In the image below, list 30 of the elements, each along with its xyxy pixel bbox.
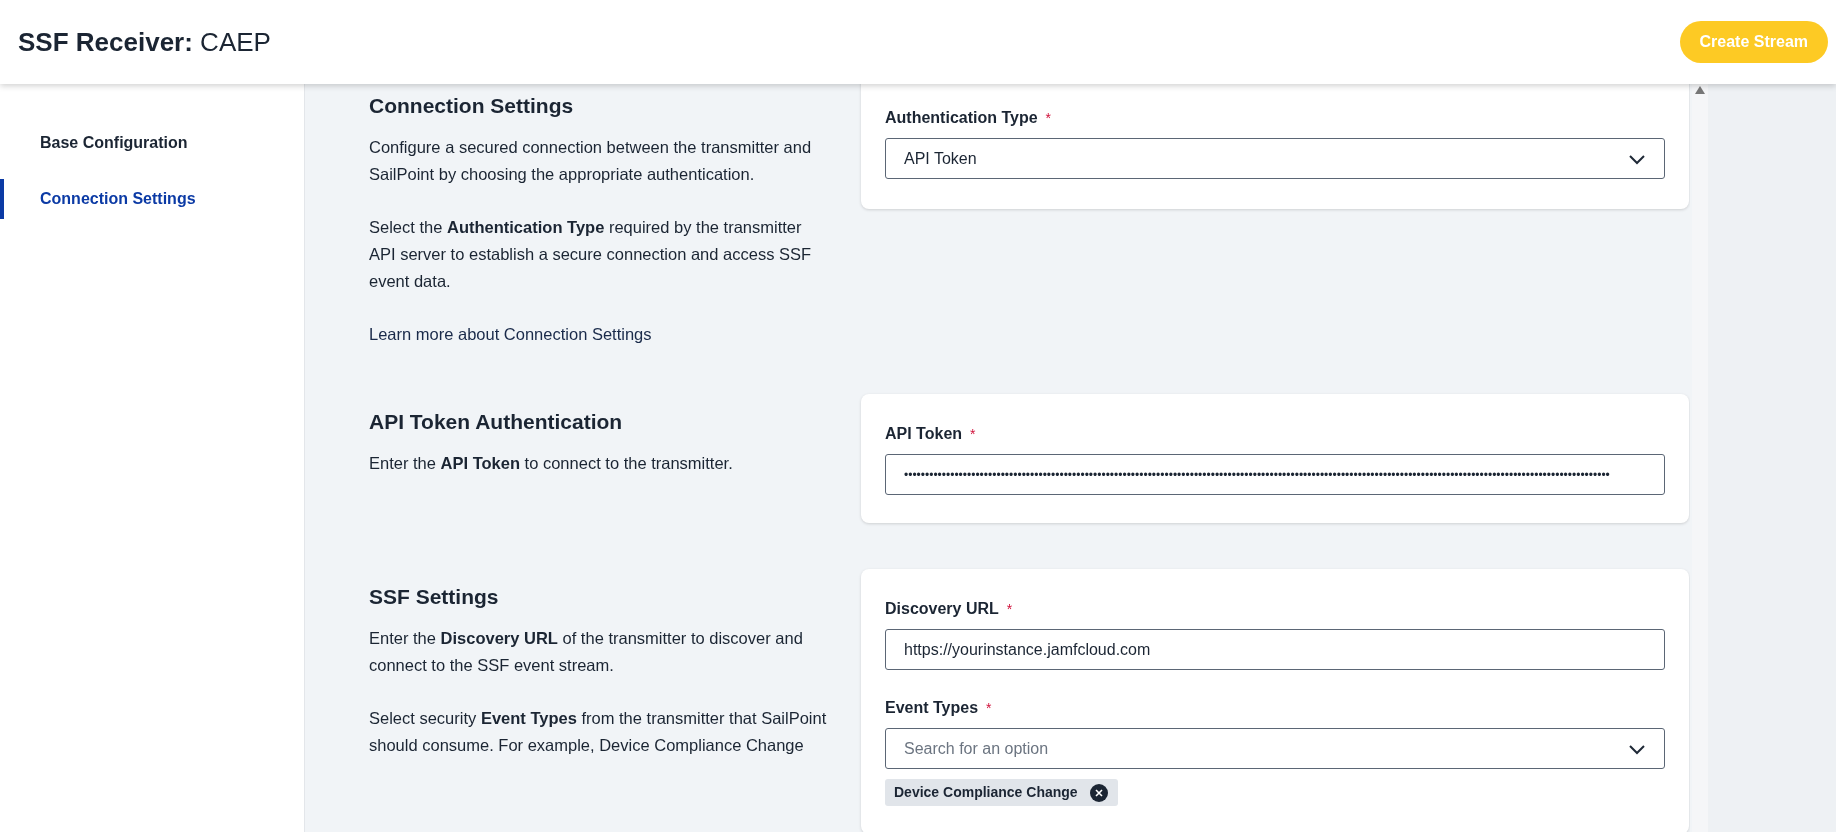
select-field[interactable]: API Token [885, 138, 1665, 179]
sidebar-item[interactable]: Base Configuration [0, 123, 304, 163]
required-asterisk: * [1045, 108, 1052, 128]
sidebar-item[interactable]: Connection Settings [0, 179, 304, 219]
remove-icon[interactable] [1089, 783, 1108, 802]
required-asterisk: * [970, 424, 976, 444]
password-field[interactable]: •••••••••••••••••••••••••••••••••••••••••••••••••••••••••••••••••••••••••••••••••••••••••••••••••••••••••••••••••••••••••••••••••••••••••••••••••••••••••••••••••••••••• [885, 454, 1665, 495]
field-label: API Token [885, 424, 963, 444]
search-field[interactable]: Search for an option [885, 728, 1665, 769]
scrollbar[interactable] [1692, 84, 1708, 832]
chevron-down-icon [1628, 742, 1646, 755]
chevron-down-icon [1628, 152, 1646, 165]
section-heading: API Token Authentication [369, 409, 624, 435]
section-description: Enter the API Token to connect to the transmitter. [369, 453, 734, 474]
section-description: Select security Event Types from the transmitter that SailPoint should consume. For example, Device Compliance Change [369, 708, 828, 756]
field-label: Authentication Type [885, 108, 1038, 128]
section-description: Enter the Discovery URL of the transmitter to discover and connect to the SSF event stream. [369, 628, 804, 676]
section-heading: SSF Settings [369, 584, 500, 610]
field-label: Discovery URL [885, 599, 999, 619]
input-field[interactable]: https://yourinstance.jamfcloud.com [885, 629, 1665, 670]
section-description: Configure a secured connection between the transmitter and SailPoint by choosing the appropriate authentication. [369, 137, 813, 185]
section-description: Select the Authentication Type required by the transmitter API server to establish a secure connection and access SSF event data. [369, 217, 813, 292]
field-label: Event Types [885, 698, 979, 718]
scroll-up-icon[interactable] [1695, 86, 1705, 94]
learn-more-link[interactable]: Learn more about Connection Settings [369, 321, 829, 348]
required-asterisk: * [986, 698, 992, 718]
page-title: SSF Receiver: CAEP [18, 25, 271, 59]
tag-chip: Device Compliance Change [885, 779, 1118, 806]
section-heading: Connection Settings [369, 93, 575, 119]
required-asterisk: * [1006, 599, 1013, 619]
